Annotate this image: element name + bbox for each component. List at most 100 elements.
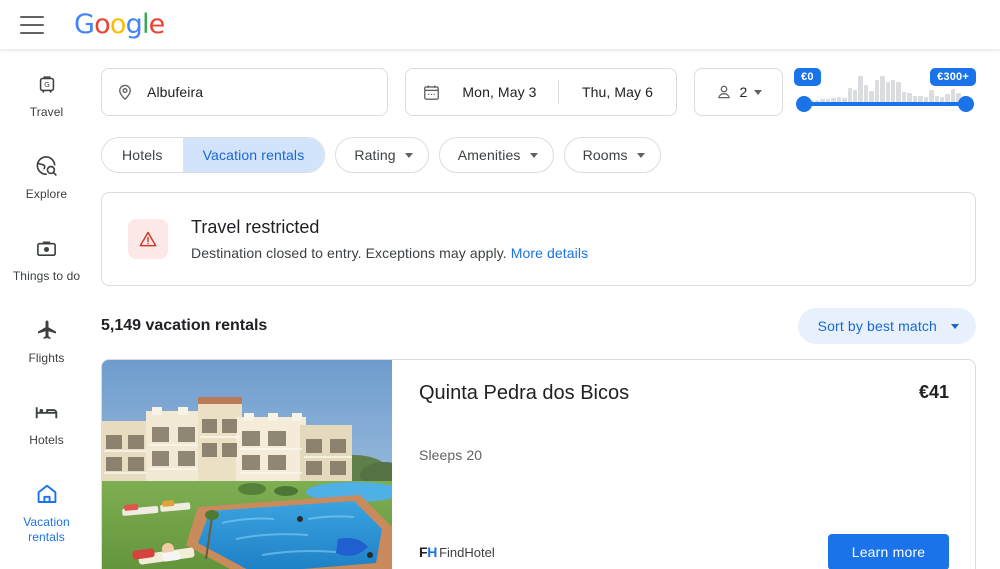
- hamburger-menu-icon[interactable]: [20, 15, 44, 34]
- logo-letter-e: e: [148, 9, 166, 40]
- price-slider-track[interactable]: [804, 102, 966, 106]
- provider-mark-h: H: [427, 544, 438, 560]
- bed-icon: [34, 400, 59, 424]
- histogram-bar: [945, 94, 950, 102]
- histogram-bar: [885, 82, 890, 102]
- house-icon: [35, 482, 59, 506]
- histogram-bar: [929, 90, 934, 102]
- rental-result-card[interactable]: Quinta Pedra dos Bicos €41 Sleeps 20 FH …: [101, 359, 976, 569]
- destination-input[interactable]: Albufeira: [101, 68, 388, 116]
- main-content: Albufeira Mon, May 3 Thu, May 6 2 €0 €30…: [93, 50, 1000, 569]
- google-logo[interactable]: Google: [74, 9, 166, 40]
- sidebar-item-label: Explore: [25, 187, 68, 201]
- location-pin-icon: [116, 83, 134, 101]
- page-shell: G Travel Explore Things to do Flights Ho…: [0, 50, 1000, 569]
- rental-card-footer: FH FindHotel Learn more: [419, 534, 949, 569]
- rental-title[interactable]: Quinta Pedra dos Bicos: [419, 382, 629, 405]
- banner-body-text: Destination closed to entry. Exceptions …: [191, 245, 507, 261]
- sidebar-item-label: Travel: [29, 105, 64, 119]
- histogram-bar: [847, 88, 852, 102]
- travel-restriction-banner: Travel restricted Destination closed to …: [101, 192, 976, 286]
- apartment-resort-with-pool-photo: [102, 360, 392, 569]
- logo-letter-g2: g: [125, 9, 143, 40]
- calendar-icon: [406, 83, 441, 102]
- rental-card-body: Quinta Pedra dos Bicos €41 Sleeps 20 FH …: [392, 360, 975, 569]
- sidebar-item-hotels[interactable]: Hotels: [0, 392, 93, 458]
- sidebar-item-vacation-rentals[interactable]: Vacation rentals: [0, 474, 93, 555]
- filter-amenities-label: Amenities: [457, 147, 521, 163]
- logo-letter-o1: o: [94, 9, 111, 40]
- histogram-bar: [858, 76, 863, 102]
- airplane-icon: [35, 318, 59, 342]
- rental-sleeps: Sleeps 20: [419, 447, 483, 463]
- chevron-down-icon: [754, 89, 763, 95]
- guest-count-selector[interactable]: 2: [694, 68, 783, 116]
- sidebar-item-label: Flights: [28, 351, 65, 365]
- histogram-bar: [874, 80, 880, 102]
- sort-label: Sort by best match: [817, 318, 937, 334]
- filter-rooms-label: Rooms: [582, 147, 628, 163]
- destination-value: Albufeira: [147, 84, 204, 100]
- findhotel-logo-icon: FH: [419, 544, 437, 560]
- sidebar-item-label: Vacation rentals: [23, 515, 70, 544]
- chevron-down-icon: [529, 152, 538, 158]
- provider-name: FindHotel: [439, 545, 495, 560]
- travel-restriction-text: Travel restricted Destination closed to …: [191, 217, 588, 261]
- rental-card-header: Quinta Pedra dos Bicos €41: [419, 382, 949, 405]
- svg-text:G: G: [44, 80, 50, 89]
- top-app-bar: Google: [0, 0, 1000, 50]
- filter-rooms[interactable]: Rooms: [563, 137, 661, 173]
- results-header: 5,149 vacation rentals Sort by best matc…: [101, 308, 976, 344]
- logo-letter-l: l: [141, 9, 149, 40]
- filter-rating[interactable]: Rating: [335, 137, 429, 173]
- rental-price: €41: [918, 382, 949, 402]
- histogram-bar: [869, 91, 874, 102]
- guest-count-value: 2: [739, 84, 748, 100]
- check-out-date[interactable]: Thu, May 6: [559, 84, 676, 100]
- filter-amenities[interactable]: Amenities: [438, 137, 554, 173]
- sort-dropdown[interactable]: Sort by best match: [797, 308, 976, 344]
- date-range-picker[interactable]: Mon, May 3 Thu, May 6: [405, 68, 677, 116]
- explore-globe-search-icon: [35, 154, 58, 178]
- left-sidebar-nav: G Travel Explore Things to do Flights Ho…: [0, 50, 93, 569]
- chevron-down-icon: [951, 323, 959, 329]
- lodging-type-toggle: Hotels Vacation rentals: [101, 137, 326, 173]
- learn-more-button[interactable]: Learn more: [828, 534, 949, 569]
- warning-triangle-icon: [128, 219, 168, 259]
- sidebar-item-explore[interactable]: Explore: [0, 146, 93, 212]
- more-details-link[interactable]: More details: [511, 245, 588, 261]
- rental-photo[interactable]: [102, 360, 392, 569]
- histogram-bar: [880, 76, 885, 102]
- banner-title: Travel restricted: [191, 217, 320, 237]
- filter-chip-row: Hotels Vacation rentals Rating Amenities…: [101, 137, 976, 173]
- price-histogram: [804, 76, 967, 102]
- banner-body: Destination closed to entry. Exceptions …: [191, 245, 588, 261]
- sidebar-item-label: Things to do: [12, 269, 81, 283]
- logo-letter-g1: G: [74, 9, 95, 40]
- tab-hotels[interactable]: Hotels: [102, 138, 183, 172]
- histogram-bar: [896, 82, 901, 102]
- person-icon: [715, 83, 733, 101]
- camera-icon: [35, 236, 58, 260]
- histogram-bar: [901, 92, 907, 102]
- histogram-bar: [891, 80, 896, 102]
- sidebar-item-travel[interactable]: G Travel: [0, 64, 93, 130]
- chevron-down-icon: [636, 152, 645, 158]
- results-count: 5,149 vacation rentals: [101, 317, 268, 334]
- chevron-down-icon: [404, 152, 413, 158]
- histogram-bar: [863, 85, 869, 102]
- logo-letter-o2: o: [109, 9, 127, 40]
- histogram-bar: [907, 93, 912, 102]
- sidebar-item-label: Hotels: [29, 433, 64, 447]
- price-range-filter[interactable]: €0 €300+: [790, 68, 976, 120]
- price-slider-max-handle[interactable]: [958, 96, 974, 112]
- price-slider-min-handle[interactable]: [796, 96, 812, 112]
- check-in-date[interactable]: Mon, May 3: [441, 84, 558, 100]
- tab-vacation-rentals[interactable]: Vacation rentals: [182, 138, 325, 172]
- sidebar-item-things-to-do[interactable]: Things to do: [0, 228, 93, 294]
- sidebar-item-flights[interactable]: Flights: [0, 310, 93, 376]
- filter-rating-label: Rating: [354, 147, 396, 163]
- histogram-bar: [852, 90, 858, 102]
- provider-info: FH FindHotel: [419, 544, 495, 560]
- suitcase-icon: G: [36, 72, 58, 96]
